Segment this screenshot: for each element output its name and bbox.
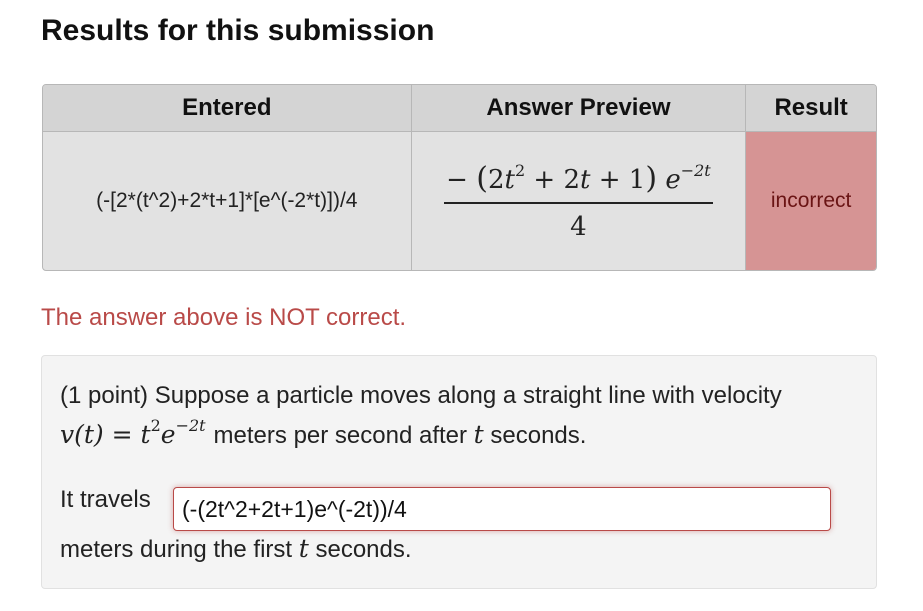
entered-answer: (-[2*(t^2)+2*t+1]*[e^(-2*t)])/4 [96, 189, 358, 212]
equals-sign: = [111, 420, 133, 449]
variable-t: t [298, 534, 309, 563]
problem-text: meters per second after [213, 422, 467, 449]
velocity-lhs: v(t) [60, 420, 104, 449]
result-status: incorrect [770, 189, 852, 212]
column-header-result: Result [746, 85, 876, 132]
term-const: 1 [628, 164, 646, 195]
variable-t: t [473, 420, 484, 449]
exp-power: −2t [680, 160, 711, 180]
suffix-text: seconds. [315, 536, 412, 563]
problem-statement: (1 point) Suppose a particle moves along… [60, 376, 860, 455]
answer-label: It travels [60, 486, 151, 513]
result-cell: incorrect [746, 132, 876, 270]
term-coef: 2 [563, 164, 580, 195]
term-var: t [504, 164, 515, 195]
close-paren: ) [645, 160, 658, 196]
velocity-e: e [160, 420, 176, 449]
status-message: The answer above is NOT correct. [41, 304, 407, 331]
term-coef: 2 [487, 164, 505, 195]
minus-sign: − [446, 164, 468, 195]
column-header-answer-preview: Answer Preview [411, 85, 747, 132]
velocity-base: t [140, 420, 151, 449]
term-exp: 2 [514, 160, 526, 180]
problem-box: (1 point) Suppose a particle moves along… [41, 355, 877, 589]
results-table: Entered Answer Preview Result (-[2*(t^2)… [42, 84, 877, 271]
exp-base: e [665, 164, 681, 195]
fraction-numerator: − (2t2 + 2t + 1) e−2t [444, 161, 713, 202]
answer-preview-cell: − (2t2 + 2t + 1) e−2t 4 [412, 132, 747, 270]
answer-suffix: meters during the first t seconds. [60, 534, 412, 564]
velocity-base-exp: 2 [150, 416, 161, 435]
open-paren: ( [476, 160, 488, 196]
term-var: t [580, 164, 591, 195]
results-header-row: Entered Answer Preview Result [43, 85, 876, 132]
page-title: Results for this submission [41, 14, 435, 47]
fraction-denominator: 4 [570, 211, 587, 242]
suffix-text: meters during the first [60, 536, 293, 563]
answer-preview-fraction: − (2t2 + 2t + 1) e−2t 4 [444, 161, 713, 242]
problem-text: seconds. [490, 422, 587, 449]
column-header-entered: Entered [43, 85, 412, 132]
problem-line: (1 point) Suppose a particle moves along… [60, 382, 782, 409]
table-row: (-[2*(t^2)+2*t+1]*[e^(-2*t)])/4 − (2t2 +… [43, 132, 876, 270]
plus-sign: + [533, 164, 556, 195]
velocity-formula: v(t) = t2e−2t [60, 418, 214, 450]
answer-input[interactable] [173, 487, 831, 531]
entered-cell: (-[2*(t^2)+2*t+1]*[e^(-2*t)])/4 [43, 132, 412, 270]
plus-sign: + [598, 164, 621, 195]
velocity-e-exp: −2t [175, 416, 206, 435]
